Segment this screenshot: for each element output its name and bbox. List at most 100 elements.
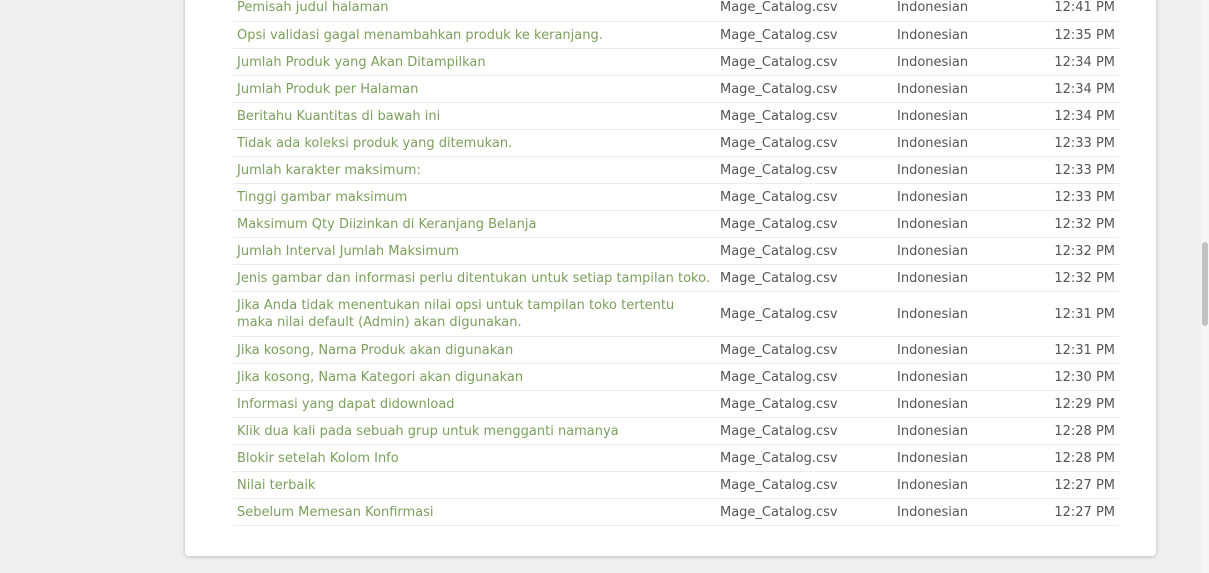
- time-cell: 12:27 PM: [1054, 477, 1115, 493]
- table-row: Jumlah Produk yang Akan Ditampilkan Mage_…: [233, 49, 1119, 76]
- time-cell: 12:33 PM: [1054, 189, 1115, 205]
- file-name-cell: Mage_Catalog.csv: [720, 504, 838, 520]
- file-name-cell: Mage_Catalog.csv: [720, 189, 838, 205]
- file-name-cell: Mage_Catalog.csv: [720, 306, 838, 322]
- translation-text-link[interactable]: Klik dua kali pada sebuah grup untuk men…: [233, 423, 720, 440]
- file-name-cell: Mage_Catalog.csv: [720, 54, 838, 70]
- translation-text-link[interactable]: Tinggi gambar maksimum: [233, 189, 720, 206]
- file-name-cell: Mage_Catalog.csv: [720, 108, 838, 124]
- translation-text-link[interactable]: Opsi validasi gagal menambahkan produk k…: [233, 27, 720, 44]
- file-name-cell: Mage_Catalog.csv: [720, 216, 838, 232]
- translation-text-link[interactable]: Jika kosong, Nama Produk akan digunakan: [233, 342, 720, 359]
- language-cell: Indonesian: [897, 369, 969, 385]
- time-cell: 12:32 PM: [1054, 216, 1115, 232]
- language-cell: Indonesian: [897, 81, 969, 97]
- translations-card: Pemisah judul halaman Mage_Catalog.csv Ind…: [185, 0, 1156, 556]
- time-cell: 12:34 PM: [1054, 108, 1115, 124]
- language-cell: Indonesian: [897, 0, 969, 15]
- time-cell: 12:30 PM: [1054, 369, 1115, 385]
- language-cell: Indonesian: [897, 162, 969, 178]
- translation-text-link[interactable]: Jumlah Interval Jumlah Maksimum: [233, 243, 720, 260]
- file-name-cell: Mage_Catalog.csv: [720, 27, 838, 43]
- translation-text-link[interactable]: Sebelum Memesan Konfirmasi: [233, 504, 720, 521]
- scrollbar-thumb[interactable]: [1202, 242, 1208, 326]
- language-cell: Indonesian: [897, 216, 969, 232]
- table-row: Tinggi gambar maksimum Mage_Catalog.csv In…: [233, 184, 1119, 211]
- file-name-cell: Mage_Catalog.csv: [720, 81, 838, 97]
- language-cell: Indonesian: [897, 423, 969, 439]
- table-row: Jenis gambar dan informasi perlu ditentu…: [233, 265, 1119, 292]
- file-name-cell: Mage_Catalog.csv: [720, 0, 838, 15]
- time-cell: 12:33 PM: [1054, 135, 1115, 151]
- file-name-cell: Mage_Catalog.csv: [720, 342, 838, 358]
- file-name-cell: Mage_Catalog.csv: [720, 135, 838, 151]
- table-row: Jumlah Produk per Halaman Mage_Catalog.cs…: [233, 76, 1119, 103]
- time-cell: 12:28 PM: [1054, 423, 1115, 439]
- file-name-cell: Mage_Catalog.csv: [720, 423, 838, 439]
- table-row: Nilai terbaik Mage_Catalog.csv Indonesian 1…: [233, 472, 1119, 499]
- language-cell: Indonesian: [897, 27, 969, 43]
- time-cell: 12:41 PM: [1054, 0, 1115, 15]
- language-cell: Indonesian: [897, 306, 969, 322]
- language-cell: Indonesian: [897, 396, 969, 412]
- language-cell: Indonesian: [897, 189, 969, 205]
- translation-text-link[interactable]: Jika Anda tidak menentukan nilai opsi un…: [233, 297, 720, 331]
- table-row: Jika kosong, Nama Produk akan digunakan M…: [233, 337, 1119, 364]
- language-cell: Indonesian: [897, 135, 969, 151]
- table-row: Jumlah Interval Jumlah Maksimum Mage_Cata…: [233, 238, 1119, 265]
- language-cell: Indonesian: [897, 270, 969, 286]
- time-cell: 12:35 PM: [1054, 27, 1115, 43]
- translation-text-link[interactable]: Jenis gambar dan informasi perlu ditentu…: [233, 270, 720, 287]
- translation-text-link[interactable]: Jumlah karakter maksimum:: [233, 162, 720, 179]
- file-name-cell: Mage_Catalog.csv: [720, 270, 838, 286]
- time-cell: 12:31 PM: [1054, 342, 1115, 358]
- time-cell: 12:33 PM: [1054, 162, 1115, 178]
- table-row: Klik dua kali pada sebuah grup untuk men…: [233, 418, 1119, 445]
- table-row: Sebelum Memesan Konfirmasi Mage_Catalog.c…: [233, 499, 1119, 526]
- language-cell: Indonesian: [897, 108, 969, 124]
- table-row: Beritahu Kuantitas di bawah ini Mage_Cata…: [233, 103, 1119, 130]
- file-name-cell: Mage_Catalog.csv: [720, 477, 838, 493]
- table-row: Jumlah karakter maksimum: Mage_Catalog.cs…: [233, 157, 1119, 184]
- language-cell: Indonesian: [897, 243, 969, 259]
- translation-text-link[interactable]: Jumlah Produk per Halaman: [233, 81, 720, 98]
- translation-text-link[interactable]: Maksimum Qty Diizinkan di Keranjang Bela…: [233, 216, 720, 233]
- time-cell: 12:29 PM: [1054, 396, 1115, 412]
- translations-table: Pemisah judul halaman Mage_Catalog.csv Ind…: [233, 0, 1119, 526]
- time-cell: 12:34 PM: [1054, 54, 1115, 70]
- file-name-cell: Mage_Catalog.csv: [720, 243, 838, 259]
- language-cell: Indonesian: [897, 504, 969, 520]
- translation-text-link[interactable]: Jumlah Produk yang Akan Ditampilkan: [233, 54, 720, 71]
- translation-text-link[interactable]: Blokir setelah Kolom Info: [233, 450, 720, 467]
- table-row: Blokir setelah Kolom Info Mage_Catalog.cs…: [233, 445, 1119, 472]
- translation-text-link[interactable]: Informasi yang dapat didownload: [233, 396, 720, 413]
- translation-text-link[interactable]: Beritahu Kuantitas di bawah ini: [233, 108, 720, 125]
- table-row: Informasi yang dapat didownload Mage_Cata…: [233, 391, 1119, 418]
- translation-text-link[interactable]: Nilai terbaik: [233, 477, 720, 494]
- time-cell: 12:28 PM: [1054, 450, 1115, 466]
- translation-text-link[interactable]: Tidak ada koleksi produk yang ditemukan.: [233, 135, 720, 152]
- language-cell: Indonesian: [897, 342, 969, 358]
- table-row: Tidak ada koleksi produk yang ditemukan.…: [233, 130, 1119, 157]
- translation-text-link[interactable]: Jika kosong, Nama Kategori akan digunaka…: [233, 369, 720, 386]
- file-name-cell: Mage_Catalog.csv: [720, 162, 838, 178]
- file-name-cell: Mage_Catalog.csv: [720, 396, 838, 412]
- table-row: Opsi validasi gagal menambahkan produk k…: [233, 22, 1119, 49]
- table-row: Maksimum Qty Diizinkan di Keranjang Bela…: [233, 211, 1119, 238]
- translation-text-link[interactable]: Pemisah judul halaman: [233, 0, 720, 16]
- time-cell: 12:32 PM: [1054, 243, 1115, 259]
- file-name-cell: Mage_Catalog.csv: [720, 369, 838, 385]
- language-cell: Indonesian: [897, 54, 969, 70]
- time-cell: 12:31 PM: [1054, 306, 1115, 322]
- page: Pemisah judul halaman Mage_Catalog.csv Ind…: [0, 0, 1209, 573]
- time-cell: 12:27 PM: [1054, 504, 1115, 520]
- time-cell: 12:34 PM: [1054, 81, 1115, 97]
- language-cell: Indonesian: [897, 450, 969, 466]
- table-row: Jika kosong, Nama Kategori akan digunaka…: [233, 364, 1119, 391]
- file-name-cell: Mage_Catalog.csv: [720, 450, 838, 466]
- language-cell: Indonesian: [897, 477, 969, 493]
- table-row: Pemisah judul halaman Mage_Catalog.csv Ind…: [233, 0, 1119, 22]
- table-row: Jika Anda tidak menentukan nilai opsi un…: [233, 292, 1119, 337]
- scrollbar[interactable]: [1201, 0, 1209, 573]
- time-cell: 12:32 PM: [1054, 270, 1115, 286]
